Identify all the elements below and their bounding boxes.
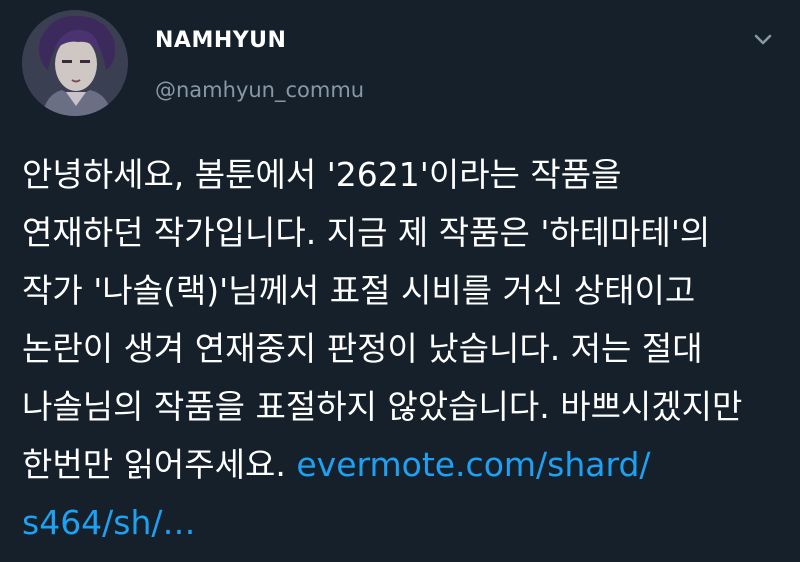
display-name[interactable]: NAMHYUN: [155, 28, 286, 54]
tweet-text: 안녕하세요, 봄툰에서 '2621'이라는 작품을 연재하던 작가입니다. 지금…: [22, 146, 782, 552]
tweet-card: NAMHYUN @namhyun_commu 안녕하세요, 봄툰에서 '2621…: [0, 0, 800, 562]
tweet-text-line: 작가 '나솔(랙)'님께서 표절 시비를 거신 상태이고: [22, 271, 696, 310]
tweet-text-line: 논란이 생겨 연재중지 판정이 났습니다. 저는 절대: [22, 329, 703, 368]
tweet-text-line: 나솔님의 작품을 표절하지 않았습니다. 바쁘시겠지만: [22, 387, 743, 426]
tweet-menu-button[interactable]: [748, 26, 778, 52]
avatar-illustration: [22, 10, 128, 116]
tweet-link-continuation: s464/sh/…: [22, 494, 782, 552]
tweet-text-line: 안녕하세요, 봄툰에서 '2621'이라는 작품을: [22, 155, 622, 194]
user-handle[interactable]: @namhyun_commu: [155, 77, 364, 103]
tweet-link[interactable]: evermote.com/shard/: [296, 445, 650, 484]
chevron-down-icon: [754, 34, 772, 45]
tweet-text-line: 연재하던 작가입니다. 지금 제 작품은 '하테마테'의: [22, 213, 711, 252]
tweet-text-segment: 한번만 읽어주세요.: [22, 445, 297, 484]
avatar[interactable]: [22, 10, 128, 116]
tweet-text-line-with-link: 한번만 읽어주세요. evermote.com/shard/: [22, 436, 782, 494]
tweet-link-tail[interactable]: s464/sh/…: [22, 503, 196, 542]
